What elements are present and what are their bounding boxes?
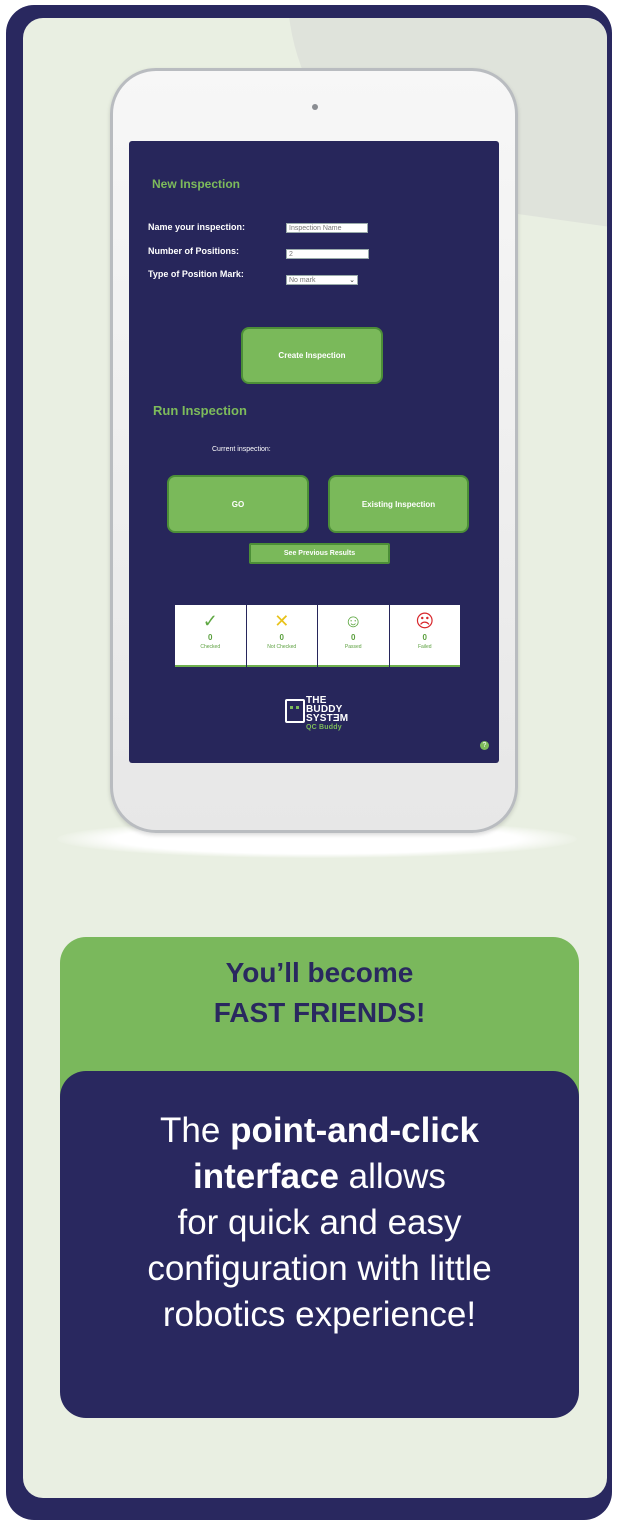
- body-text: The: [160, 1111, 231, 1150]
- create-inspection-button[interactable]: Create Inspection: [241, 327, 383, 384]
- callout-body-text: The point-and-click interface allows for…: [60, 1108, 579, 1338]
- stats-bar: ✓ 0 Checked ✕ 0 Not Checked ☺ 0 Passed ☹…: [175, 605, 461, 667]
- body-text: configuration with little: [147, 1249, 492, 1288]
- stat-value: 0: [422, 633, 427, 642]
- positions-label: Number of Positions:: [148, 246, 240, 256]
- robot-logo-icon: [285, 699, 305, 723]
- headline-line-2: FAST FRIENDS!: [213, 997, 426, 1028]
- stat-value: 0: [351, 633, 356, 642]
- smiley-icon: ☺: [344, 611, 363, 631]
- stat-not-checked: ✕ 0 Not Checked: [246, 605, 317, 667]
- body-bold: point-and-click: [230, 1111, 479, 1150]
- stat-label: Checked: [200, 644, 221, 650]
- app-screen: New Inspection Name your inspection: Ins…: [129, 141, 499, 763]
- name-label: Name your inspection:: [148, 222, 246, 232]
- existing-inspection-button[interactable]: Existing Inspection: [328, 475, 469, 533]
- headline-line-1: You’ll become: [225, 957, 414, 988]
- body-text: robotics experience!: [162, 1295, 477, 1334]
- body-text: for quick and easy: [177, 1203, 462, 1242]
- callout-headline: You’ll become FAST FRIENDS!: [60, 953, 579, 1033]
- go-button[interactable]: GO: [167, 475, 309, 533]
- stat-label: Passed: [344, 644, 362, 650]
- chevron-down-icon: ⌄: [349, 277, 355, 284]
- stat-value: 0: [279, 633, 284, 642]
- camera-icon: [312, 104, 318, 110]
- logo-subtitle: QC Buddy: [306, 724, 342, 731]
- run-inspection-title: Run Inspection: [153, 403, 247, 418]
- logo-line: SYSTƎM: [306, 713, 349, 724]
- stat-passed: ☺ 0 Passed: [318, 605, 389, 667]
- positions-input[interactable]: 2: [286, 249, 369, 259]
- frown-icon: ☹: [415, 611, 435, 631]
- stat-label: Not Checked: [267, 644, 297, 650]
- stat-failed: ☹ 0 Failed: [389, 605, 460, 667]
- check-icon: ✓: [202, 611, 218, 631]
- body-text: allows: [338, 1157, 446, 1196]
- stat-checked: ✓ 0 Checked: [175, 605, 246, 667]
- x-icon: ✕: [274, 611, 290, 631]
- body-bold: interface: [193, 1157, 339, 1196]
- stat-label: Failed: [417, 644, 432, 650]
- help-button[interactable]: ?: [480, 741, 489, 750]
- mark-label: Type of Position Mark:: [148, 269, 244, 279]
- stat-value: 0: [208, 633, 213, 642]
- buddy-system-logo: THE BUDDY SYSTƎM QC Buddy: [306, 696, 348, 732]
- see-previous-results-button[interactable]: See Previous Results: [249, 543, 390, 564]
- inspection-name-input[interactable]: Inspection Name: [286, 223, 368, 233]
- mark-select-value: No mark: [289, 277, 316, 284]
- current-inspection-label: Current inspection:: [212, 446, 271, 453]
- new-inspection-title: New Inspection: [152, 177, 241, 191]
- mark-select[interactable]: No mark ⌄: [286, 275, 358, 285]
